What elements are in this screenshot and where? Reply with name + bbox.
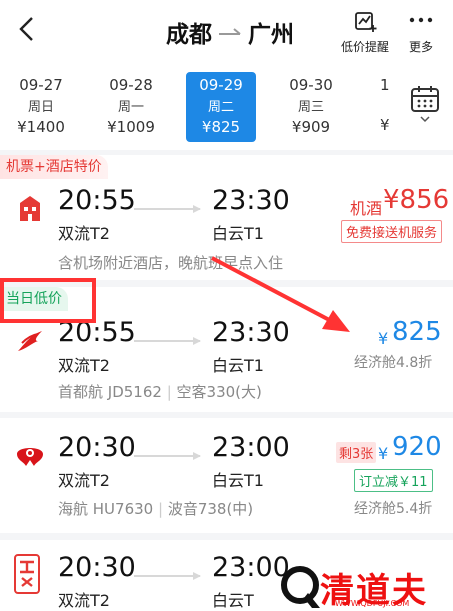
airline-flight-number: 首都航 JD5162 bbox=[58, 383, 162, 401]
price: 920 bbox=[392, 432, 442, 462]
seats-remaining-badge: 剩3张 bbox=[336, 442, 377, 463]
date-price: ¥909 bbox=[291, 118, 331, 136]
weekday-label: 周二 bbox=[207, 100, 234, 115]
date-selector: 09-27 周日 ¥1400 09-28 周一 ¥1009 09-29 周二 ¥… bbox=[0, 62, 453, 150]
date-tab[interactable]: 09-30 周三 ¥909 bbox=[276, 72, 346, 142]
date-price: ¥ bbox=[380, 116, 390, 134]
date-tab[interactable]: 09-28 周一 ¥1009 bbox=[96, 72, 166, 142]
departure-time: 20:30 bbox=[58, 552, 136, 583]
price-currency: ¥ bbox=[378, 329, 389, 348]
departure-airport: 双流T2 bbox=[58, 356, 110, 375]
watermark-url: WWW.QDFUJI.COM bbox=[335, 599, 410, 608]
route-title: 成都 广州 bbox=[166, 15, 294, 49]
highlight-box bbox=[0, 278, 96, 323]
date-label: 09-28 bbox=[109, 76, 153, 94]
arrival-time: 23:00 bbox=[212, 432, 290, 463]
hainan-airlines-logo-icon bbox=[17, 448, 43, 466]
arrival-time: 23:30 bbox=[212, 317, 290, 348]
flight-line bbox=[134, 572, 201, 580]
price-prefix: 机酒 bbox=[350, 199, 383, 218]
arrival-airport: 白云T1 bbox=[212, 224, 264, 243]
flight-line bbox=[134, 205, 201, 213]
capital-airlines-logo-icon bbox=[18, 331, 42, 351]
bundle-tag: 机票+酒店特价 bbox=[0, 155, 108, 179]
date-tab-selected[interactable]: 09-29 周二 ¥825 bbox=[186, 72, 256, 142]
date-label: 09-27 bbox=[19, 76, 63, 94]
sichuan-airlines-logo-icon bbox=[14, 554, 40, 594]
departure-airport: 双流T2 bbox=[58, 471, 110, 490]
one-way-arrow-icon bbox=[219, 28, 241, 35]
destination-city: 广州 bbox=[248, 22, 294, 48]
cabin-class: 经济舱5.4折 bbox=[354, 501, 433, 517]
arrival-airport: 白云T1 bbox=[212, 356, 264, 375]
arrival-airport: 白云T bbox=[212, 591, 254, 610]
bundle-note: 含机场附近酒店，晚航班早点入住 bbox=[58, 254, 284, 272]
flight-card[interactable]: 20:30 23:00 双流T2 白云T1 剩3张 ¥ 920 订立减￥11 经… bbox=[0, 418, 453, 533]
arrival-time: 23:00 bbox=[212, 552, 290, 583]
flight-info: 首都航 JD5162 | 空客330(大) bbox=[58, 383, 262, 401]
airline-flight-number: 海航 HU7630 bbox=[58, 500, 154, 518]
more-label: 更多 bbox=[408, 40, 433, 54]
date-tab-partial[interactable]: 1 ¥ bbox=[362, 72, 392, 142]
origin-city: 成都 bbox=[166, 22, 212, 48]
date-label: 1 bbox=[380, 76, 390, 94]
calendar-icon[interactable] bbox=[410, 86, 440, 136]
date-tab[interactable]: 09-27 周日 ¥1400 bbox=[6, 72, 76, 142]
hotel-bundle-icon bbox=[20, 196, 40, 221]
departure-airport: 双流T2 bbox=[58, 591, 110, 610]
date-label: 09-30 bbox=[289, 76, 333, 94]
cabin-class: 经济舱4.8折 bbox=[354, 355, 433, 371]
back-arrow-icon[interactable] bbox=[14, 14, 40, 44]
price: 825 bbox=[392, 317, 442, 347]
departure-time: 20:55 bbox=[58, 185, 136, 216]
departure-airport: 双流T2 bbox=[58, 224, 110, 243]
arrival-airport: 白云T1 bbox=[212, 471, 264, 490]
flight-card-hotel-bundle[interactable]: 机票+酒店特价 20:55 23:30 双流T2 白云T1 机酒 ¥856 免费… bbox=[0, 155, 453, 280]
price-currency: ¥ bbox=[378, 444, 389, 463]
departure-time: 20:30 bbox=[58, 432, 136, 463]
date-label: 09-29 bbox=[199, 76, 243, 94]
free-transfer-badge: 免费接送机服务 bbox=[341, 220, 443, 243]
date-price: ¥1009 bbox=[107, 118, 155, 136]
low-price-alert-label: 低价提醒 bbox=[340, 40, 389, 54]
aircraft-type: 空客330(大) bbox=[176, 383, 262, 401]
more-button[interactable]: 更多 bbox=[402, 10, 440, 55]
chart-alert-icon bbox=[355, 12, 377, 32]
arrival-time: 23:30 bbox=[212, 185, 290, 216]
discount-badge: 订立减￥11 bbox=[354, 469, 433, 492]
flight-line bbox=[134, 452, 201, 460]
flight-line bbox=[134, 337, 201, 345]
low-price-alert-button[interactable]: 低价提醒 bbox=[338, 10, 392, 55]
weekday-label: 周一 bbox=[117, 100, 144, 115]
more-dots-icon bbox=[409, 17, 433, 23]
date-price: ¥825 bbox=[201, 118, 241, 136]
flight-info: 海航 HU7630 | 波音738(中) bbox=[58, 500, 254, 518]
top-bar: 成都 广州 低价提醒 更多 bbox=[0, 0, 453, 62]
aircraft-type: 波音738(中) bbox=[167, 500, 254, 518]
date-price: ¥1400 bbox=[17, 118, 65, 136]
weekday-label: 周三 bbox=[297, 100, 324, 115]
price: ¥856 bbox=[383, 185, 450, 215]
weekday-label: 周日 bbox=[27, 100, 54, 115]
